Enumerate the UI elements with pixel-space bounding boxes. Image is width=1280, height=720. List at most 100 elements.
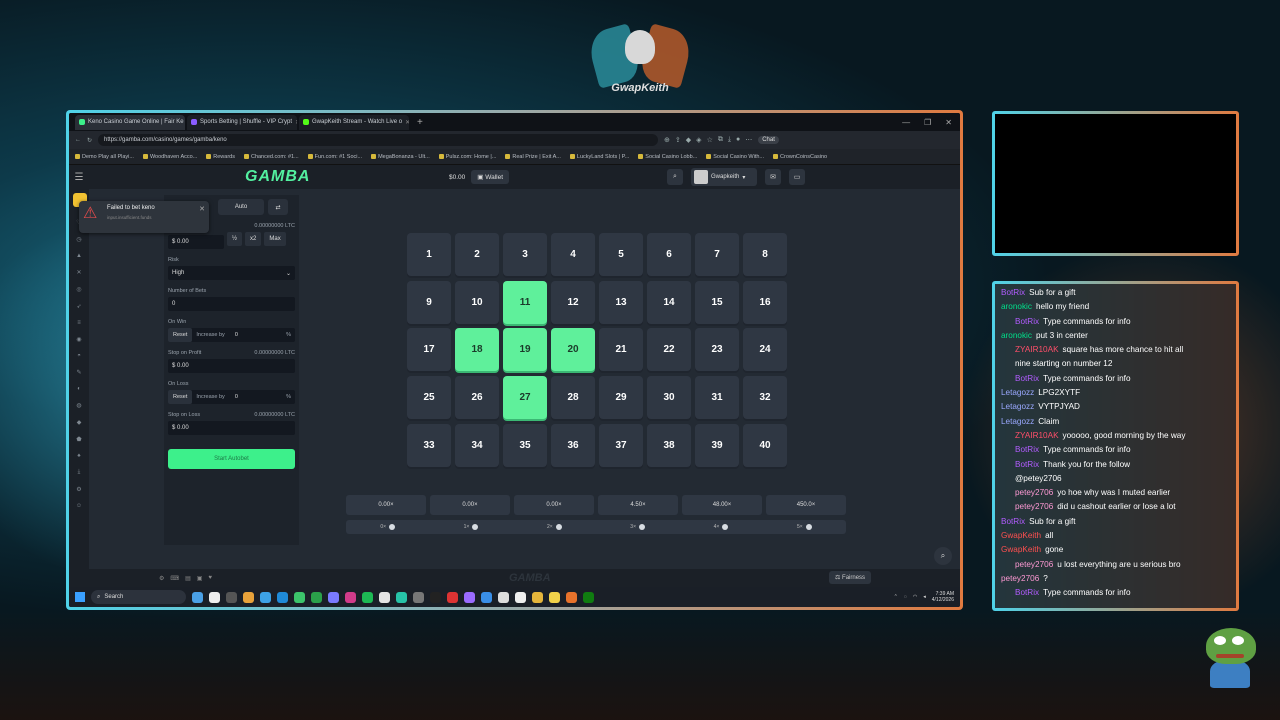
keno-tile[interactable]: 18 [455,328,499,372]
keno-tile[interactable]: 3 [503,233,547,276]
coin-icon[interactable]: ◍ [76,402,81,409]
app-icon[interactable] [396,591,407,603]
keno-tile[interactable]: 16 [743,280,787,324]
share-icon[interactable]: ⇪ [675,136,681,144]
settings-icon[interactable]: ⚙ [76,486,81,493]
hotkeys-icon[interactable]: ⌨ [170,575,179,582]
bookmark[interactable]: Social Casino With... [706,154,764,160]
xbox-icon[interactable] [583,591,594,603]
keno-tile[interactable]: 15 [695,280,739,324]
bookmark[interactable]: Social Casino Lobb... [638,154,697,160]
keno-tile[interactable]: 13 [599,280,643,324]
tab-keno[interactable]: Keno Casino Game Online | Fair Ke✕ [75,114,185,130]
keno-tile[interactable]: 22 [647,328,691,372]
firefox-icon[interactable] [566,591,577,603]
app-icon[interactable] [226,591,237,603]
game-icon[interactable]: ◐ [77,386,81,392]
app-icon[interactable] [379,591,390,603]
tab-auto[interactable]: Auto [218,199,264,215]
bookmark[interactable]: Demo Play all Playi... [75,154,134,160]
chat-username[interactable]: aronokic [1001,331,1032,340]
close-icon[interactable]: ✕ [199,205,205,213]
keno-tile[interactable]: 37 [599,423,643,467]
tab-shuffle[interactable]: Sports Betting | Shuffle - VIP Crypt✕ [187,114,297,130]
search-icon[interactable]: ⌕ [934,547,952,565]
bookmark[interactable]: Rewards [206,154,235,160]
number-of-bets-input[interactable]: 0 [168,297,295,311]
keno-tile[interactable]: 31 [695,376,739,420]
chat-username[interactable]: BotRix [1015,374,1039,383]
star-icon[interactable]: ☆ [707,136,713,144]
app-icon[interactable] [345,591,356,603]
list-icon[interactable]: ≡ [77,320,81,326]
live-icon[interactable]: ◉ [76,336,81,343]
bookmark[interactable]: Real Prize | Exit A... [505,154,561,160]
app-icon[interactable] [430,591,441,603]
keno-tile[interactable]: 11 [503,280,547,324]
keno-tile[interactable]: 36 [551,423,595,467]
bookmark[interactable]: Fun.com: #1 Soci... [307,154,362,160]
increase-by-label[interactable]: Increase by [196,332,224,338]
on-win-input[interactable]: 0 [235,332,238,338]
app-icon[interactable] [481,591,492,603]
back-icon[interactable]: ← [75,137,81,143]
minimize-icon[interactable]: — [902,118,910,127]
keno-tile[interactable]: 17 [407,328,451,372]
on-win-reset-button[interactable]: Reset [168,328,193,342]
close-icon[interactable]: ✕ [295,119,297,126]
app-icon[interactable] [294,591,305,603]
bet-amount-input[interactable]: $ 0.00 [168,235,224,249]
keno-tile[interactable]: 12 [551,280,595,324]
bookmark[interactable]: CrownCoinsCasino [773,154,827,160]
chat-username[interactable]: Letagozz [1001,388,1034,397]
user-menu[interactable]: Gwapkeith ▾ [691,168,757,186]
extension-icon[interactable]: ◆ [686,136,691,144]
keno-tile[interactable]: 35 [503,423,547,467]
keno-tile[interactable]: 34 [455,423,499,467]
risk-select[interactable]: High ⌄ [168,266,295,280]
keno-tile[interactable]: 21 [599,328,643,372]
bookmark[interactable]: Chanced.com: #1... [243,154,299,160]
keno-tile[interactable]: 10 [455,280,499,324]
chat-username[interactable]: Letagozz [1001,417,1034,426]
keno-tile[interactable]: 5 [599,233,643,276]
bookmark[interactable]: LuckyLand Slots | P... [569,154,629,160]
download-icon[interactable]: ⤓ [78,469,81,476]
close-icon[interactable]: ✕ [405,119,409,126]
app-icon[interactable] [277,591,288,603]
chat-username[interactable]: BotRix [1015,460,1039,469]
downloads-icon[interactable]: ⤓ [728,136,731,144]
chat-username[interactable]: GwapKeith [1001,531,1041,540]
start-autobet-button[interactable]: Start Autobet [168,449,295,469]
increase-by-label[interactable]: Increase by [196,394,224,400]
user-icon[interactable]: ☺ [76,503,82,509]
profile-icon[interactable]: ● [736,136,740,144]
keno-tile[interactable]: 39 [695,423,739,467]
search-icon[interactable]: ⌕ [667,169,683,185]
shield-icon[interactable]: ⬟ [76,436,81,443]
keno-tile[interactable]: 9 [407,280,451,324]
keno-tile[interactable]: 20 [551,328,595,372]
windows-start-icon[interactable] [75,592,85,602]
close-window-icon[interactable]: ✕ [945,118,952,127]
chat-username[interactable]: BotRix [1015,445,1039,454]
half-bet-button[interactable]: ½ [227,232,243,246]
drop-icon[interactable]: ♠ [77,453,80,459]
copilot-chat-button[interactable]: Chat [758,136,779,144]
menu-dots-icon[interactable]: ⋯ [745,136,752,144]
on-loss-input[interactable]: 0 [235,394,238,400]
chat-username[interactable]: GwapKeith [1001,545,1041,554]
max-bet-button[interactable]: Max [264,232,286,246]
keno-tile[interactable]: 1 [407,233,451,276]
rocket-icon[interactable]: ➶ [76,303,81,310]
recent-icon[interactable]: ◷ [76,236,81,243]
bookmark[interactable]: Woodhaven Acco... [142,154,197,160]
keno-tile[interactable]: 33 [407,423,451,467]
url-input[interactable]: https://gamba.com/casino/games/gamba/ken… [98,134,659,146]
reload-icon[interactable]: ↻ [87,137,92,144]
chat-username[interactable]: petey2706 [1015,488,1053,497]
keno-tile[interactable]: 38 [647,423,691,467]
app-icon[interactable] [328,591,339,603]
fire-icon[interactable]: ▲ [76,253,82,259]
chat-username[interactable]: Letagozz [1001,402,1034,411]
